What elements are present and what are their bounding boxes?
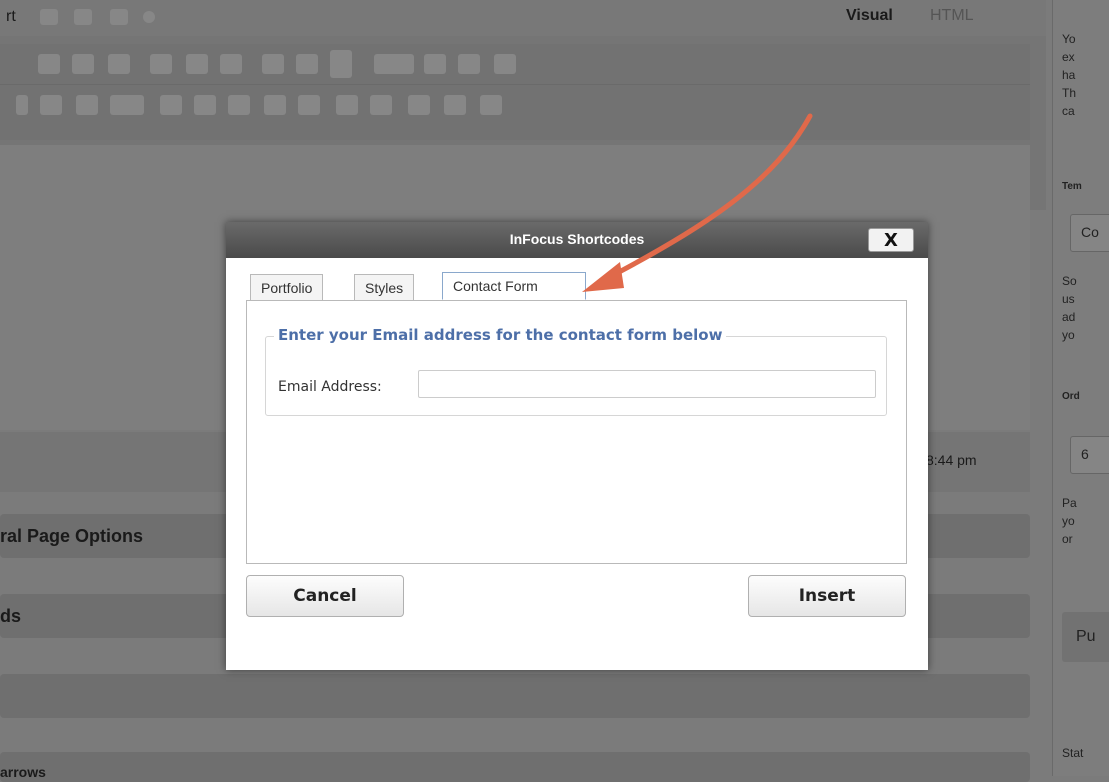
underline-icon[interactable] (40, 95, 62, 115)
tab-contact-form[interactable]: Contact Form (442, 272, 586, 300)
media-upload-row: rt Visual HTML (0, 0, 1046, 36)
dialog-header: InFocus Shortcodes X (226, 222, 928, 258)
empty-panel (0, 674, 1030, 718)
undo-icon[interactable] (408, 95, 430, 115)
editor-toolbar-row-2 (0, 85, 1030, 140)
indent-icon[interactable] (370, 95, 392, 115)
publish-box-header: Pu (1062, 612, 1109, 662)
sidebar-text-bottom: Pa yo or (1062, 496, 1077, 546)
cancel-button[interactable]: Cancel (246, 575, 404, 617)
link-icon[interactable] (262, 54, 284, 74)
contact-form-panel: Enter your Email address for the contact… (246, 300, 907, 564)
unlink-icon[interactable] (296, 54, 318, 74)
general-page-options-title: ral Page Options (0, 526, 144, 546)
bullet-list-icon[interactable] (38, 54, 60, 74)
align-right-icon[interactable] (220, 54, 242, 74)
upload-insert-label: rt (6, 8, 16, 25)
insert-image-icon[interactable] (40, 9, 58, 25)
user-icon[interactable] (494, 54, 516, 74)
order-label: Ord (1062, 391, 1080, 402)
dialog-title: InFocus Shortcodes (509, 231, 645, 247)
email-fieldset: Enter your Email address for the contact… (265, 326, 887, 416)
spellcheck-icon[interactable] (374, 54, 414, 74)
publish-label: Pu (1076, 628, 1096, 645)
email-label: Email Address: (278, 379, 382, 395)
close-button[interactable]: X (868, 228, 914, 252)
kitchen-sink-icon[interactable] (458, 54, 480, 74)
sidebar-text-mid: So us ad yo (1062, 274, 1077, 342)
close-icon: X (884, 230, 898, 251)
template-select[interactable]: Co (1070, 214, 1109, 252)
fieldset-legend: Enter your Email address for the contact… (274, 326, 727, 344)
last-edited-time: 8:44 pm (926, 452, 977, 468)
align-center-icon[interactable] (186, 54, 208, 74)
insert-audio-icon[interactable] (110, 9, 128, 25)
tab-html[interactable]: HTML (930, 7, 974, 25)
sidebar-text-top: Yo ex ha Th ca (1062, 32, 1077, 118)
insert-button[interactable]: Insert (748, 575, 906, 617)
template-label: Tem (1062, 181, 1082, 192)
fullscreen-icon[interactable] (424, 54, 446, 74)
dropdown-caret-icon[interactable] (16, 95, 28, 115)
editor-toolbar-row-1 (0, 44, 1030, 85)
text-color-icon[interactable] (110, 95, 144, 115)
media-icon[interactable] (264, 95, 286, 115)
clear-formatting-icon[interactable] (228, 95, 250, 115)
tab-portfolio[interactable]: Portfolio (250, 274, 324, 300)
redo-icon[interactable] (444, 95, 466, 115)
tab-visual[interactable]: Visual (846, 7, 893, 25)
order-input[interactable]: 6 (1070, 436, 1109, 474)
help-icon[interactable] (480, 95, 502, 115)
align-left-icon[interactable] (150, 54, 172, 74)
paste-word-icon[interactable] (194, 95, 216, 115)
bottom-panel-title: arrows (0, 764, 46, 780)
tab-styles[interactable]: Styles (354, 274, 415, 300)
numbered-list-icon[interactable] (72, 54, 94, 74)
insert-video-icon[interactable] (74, 9, 92, 25)
paste-text-icon[interactable] (160, 95, 182, 115)
justify-icon[interactable] (76, 95, 98, 115)
bottom-panel: arrows (0, 752, 1030, 782)
outdent-icon[interactable] (336, 95, 358, 115)
shortcodes-dialog: InFocus Shortcodes X Portfolio Styles Co… (226, 222, 928, 670)
blockquote-icon[interactable] (108, 54, 130, 74)
more-tag-icon[interactable] (330, 50, 352, 78)
fields-panel-title: ds (0, 606, 22, 626)
status-label: Stat (1062, 746, 1084, 760)
insert-media-icon[interactable] (143, 11, 155, 23)
email-input[interactable] (418, 370, 876, 398)
special-character-icon[interactable] (298, 95, 320, 115)
